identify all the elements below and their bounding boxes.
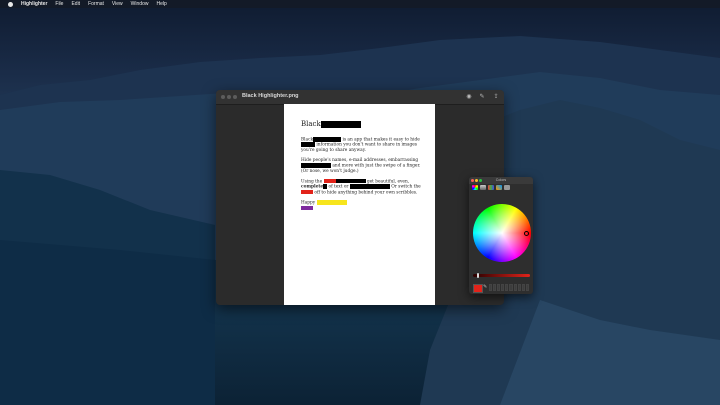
favorite-swatch[interactable]: [525, 284, 529, 291]
doc-paragraph-1: Black is an app that makes it easy to hi…: [301, 137, 420, 153]
redaction-mark[interactable]: [335, 178, 366, 184]
favorite-swatch[interactable]: [521, 284, 525, 291]
doc-paragraph-4: Happy: [301, 200, 421, 211]
menu-window[interactable]: Window: [131, 0, 149, 8]
redaction-mark[interactable]: [320, 120, 361, 128]
doc-heading: Black: [301, 120, 421, 129]
color-mode-tabs: [472, 185, 510, 190]
favorite-swatch[interactable]: [493, 284, 497, 291]
highlight-yellow[interactable]: [316, 200, 347, 205]
color-wheel-handle[interactable]: [524, 231, 529, 236]
doc-paragraph-2: Hide people's names, e-mail addresses, e…: [301, 158, 421, 174]
selected-color-swatch[interactable]: [473, 284, 483, 293]
document-text: Black Black is an app that makes it easy…: [301, 120, 421, 216]
doc-paragraph-3: Using the get beautiful, even, complete …: [301, 178, 421, 196]
menu-bar: Highlighter File Edit Format View Window…: [0, 0, 720, 8]
menu-file[interactable]: File: [55, 0, 63, 8]
favorite-swatches: [489, 284, 529, 291]
redaction-mark[interactable]: [301, 163, 331, 168]
redaction-mark[interactable]: [371, 184, 390, 189]
menu-app-name[interactable]: Highlighter: [21, 0, 47, 8]
redaction-mark[interactable]: [301, 142, 315, 147]
color-wheel[interactable]: [473, 204, 531, 262]
favorite-swatch[interactable]: [497, 284, 501, 291]
colors-panel-titlebar: Colors: [469, 177, 533, 184]
eyedropper-icon[interactable]: ✎: [483, 284, 487, 291]
redaction-mark[interactable]: [313, 137, 342, 142]
pencils-tab-icon[interactable]: [504, 185, 510, 190]
favorite-swatch[interactable]: [509, 284, 513, 291]
menu-view[interactable]: View: [112, 0, 123, 8]
favorite-swatch[interactable]: [517, 284, 521, 291]
highlight-red[interactable]: [301, 189, 313, 195]
window-titlebar: Black Highlighter.png ◉ ✎ ⇪: [216, 90, 504, 105]
favorite-swatch[interactable]: [501, 284, 505, 291]
minimize-button[interactable]: [227, 95, 231, 99]
zoom-button[interactable]: [233, 95, 237, 99]
pen-icon[interactable]: ✎: [478, 93, 486, 101]
redaction-mark[interactable]: [349, 184, 372, 189]
menu-edit[interactable]: Edit: [71, 0, 80, 8]
brightness-slider[interactable]: [473, 274, 530, 277]
share-icon[interactable]: ⇪: [492, 93, 500, 101]
brightness-slider-knob[interactable]: [477, 273, 479, 278]
colors-panel-title: Colors: [495, 178, 507, 182]
color-wheel-tab-icon[interactable]: [472, 185, 478, 190]
sliders-tab-icon[interactable]: [480, 185, 486, 190]
highlight-red[interactable]: [323, 178, 336, 184]
favorite-swatch[interactable]: [513, 284, 517, 291]
menu-format[interactable]: Format: [88, 0, 104, 8]
window-title: Black Highlighter.png: [242, 93, 299, 99]
close-button[interactable]: [221, 95, 225, 99]
image-palette-tab-icon[interactable]: [496, 185, 502, 190]
markup-icon[interactable]: ◉: [465, 93, 473, 101]
apple-menu-icon[interactable]: [8, 1, 13, 7]
menu-help[interactable]: Help: [156, 0, 166, 8]
highlight-purple[interactable]: [301, 205, 313, 211]
palette-tab-icon[interactable]: [488, 185, 494, 190]
favorite-swatch[interactable]: [505, 284, 509, 291]
image-canvas[interactable]: Black Black is an app that makes it easy…: [284, 104, 435, 305]
favorite-swatch[interactable]: [489, 284, 493, 291]
